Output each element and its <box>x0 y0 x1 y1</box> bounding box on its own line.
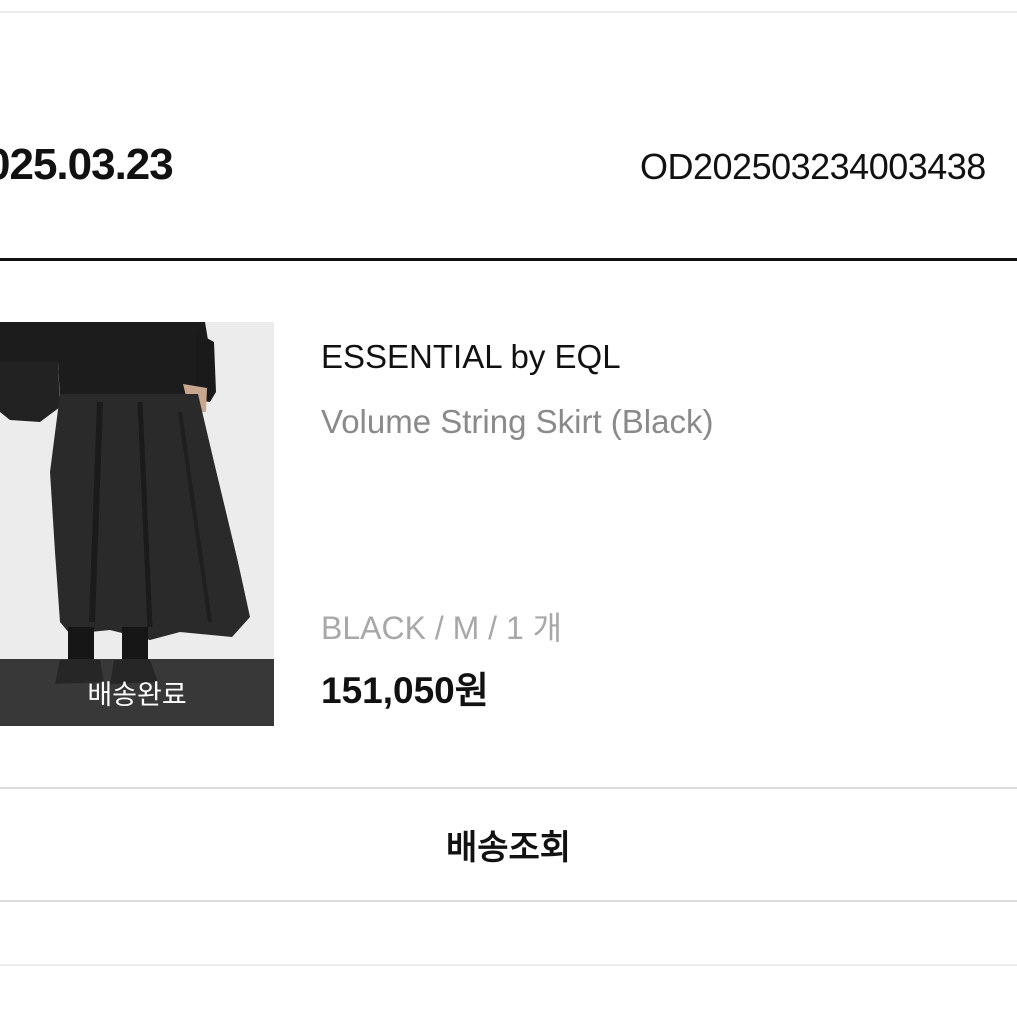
product-thumbnail[interactable]: 배송완료 <box>0 322 274 726</box>
bottom-divider <box>0 964 1017 966</box>
top-divider <box>0 11 1017 13</box>
brand-name[interactable]: ESSENTIAL by EQL <box>321 338 621 376</box>
track-delivery-button[interactable]: 배송조회 <box>0 789 1017 900</box>
order-date: 025.03.23 <box>0 140 174 189</box>
product-name[interactable]: Volume String Skirt (Black) <box>321 403 713 441</box>
action-divider <box>0 900 1017 902</box>
order-header-divider <box>0 258 1017 261</box>
product-options: BLACK / M / 1 개 <box>321 610 563 646</box>
order-number[interactable]: OD202503234003438 <box>640 146 986 188</box>
status-badge: 배송완료 <box>0 659 274 726</box>
product-price: 151,050원 <box>321 670 489 711</box>
